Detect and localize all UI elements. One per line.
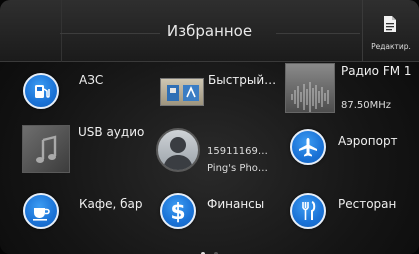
page-indicator[interactable] <box>0 241 419 254</box>
coffee-cup-icon <box>23 193 59 229</box>
edit-button-label: Редактир. <box>371 42 411 51</box>
quick-route-label: Быстрый… <box>208 73 277 87</box>
radio-waveform-icon <box>285 63 335 113</box>
header-divider-right <box>276 33 360 34</box>
svg-text:$: $ <box>170 200 185 223</box>
cafe-label: Кафе, бар <box>79 197 143 211</box>
restaurant-label: Ресторан <box>338 197 397 211</box>
contact-number: 15911169… <box>207 146 268 157</box>
contact-device: Ping's Pho… <box>207 163 268 174</box>
music-note-icon <box>22 125 70 173</box>
finance-label: Финансы <box>207 197 265 211</box>
radio-frequency: 87.50MHz <box>341 100 392 111</box>
airplane-icon <box>290 129 326 165</box>
page-title: Избранное <box>166 22 253 40</box>
fuel-pump-icon <box>23 73 59 109</box>
gas-station-shortcut-icon <box>160 78 204 106</box>
usb-audio-label: USB аудио <box>78 125 145 139</box>
person-avatar-icon <box>156 128 200 172</box>
dollar-icon: $ <box>160 193 196 229</box>
radio-station-label: Радио FM 1 <box>341 64 412 78</box>
gas-station-label: АЗС <box>79 73 104 87</box>
fork-knife-icon <box>290 193 326 229</box>
header-bar: Избранное Редактир. <box>0 0 419 62</box>
airport-label: Аэропорт <box>338 134 398 148</box>
favorites-screen: Избранное Редактир. АЗС Быстрый… Радио F… <box>0 0 419 254</box>
document-icon <box>384 16 396 32</box>
edit-button[interactable]: Редактир. <box>362 0 419 62</box>
